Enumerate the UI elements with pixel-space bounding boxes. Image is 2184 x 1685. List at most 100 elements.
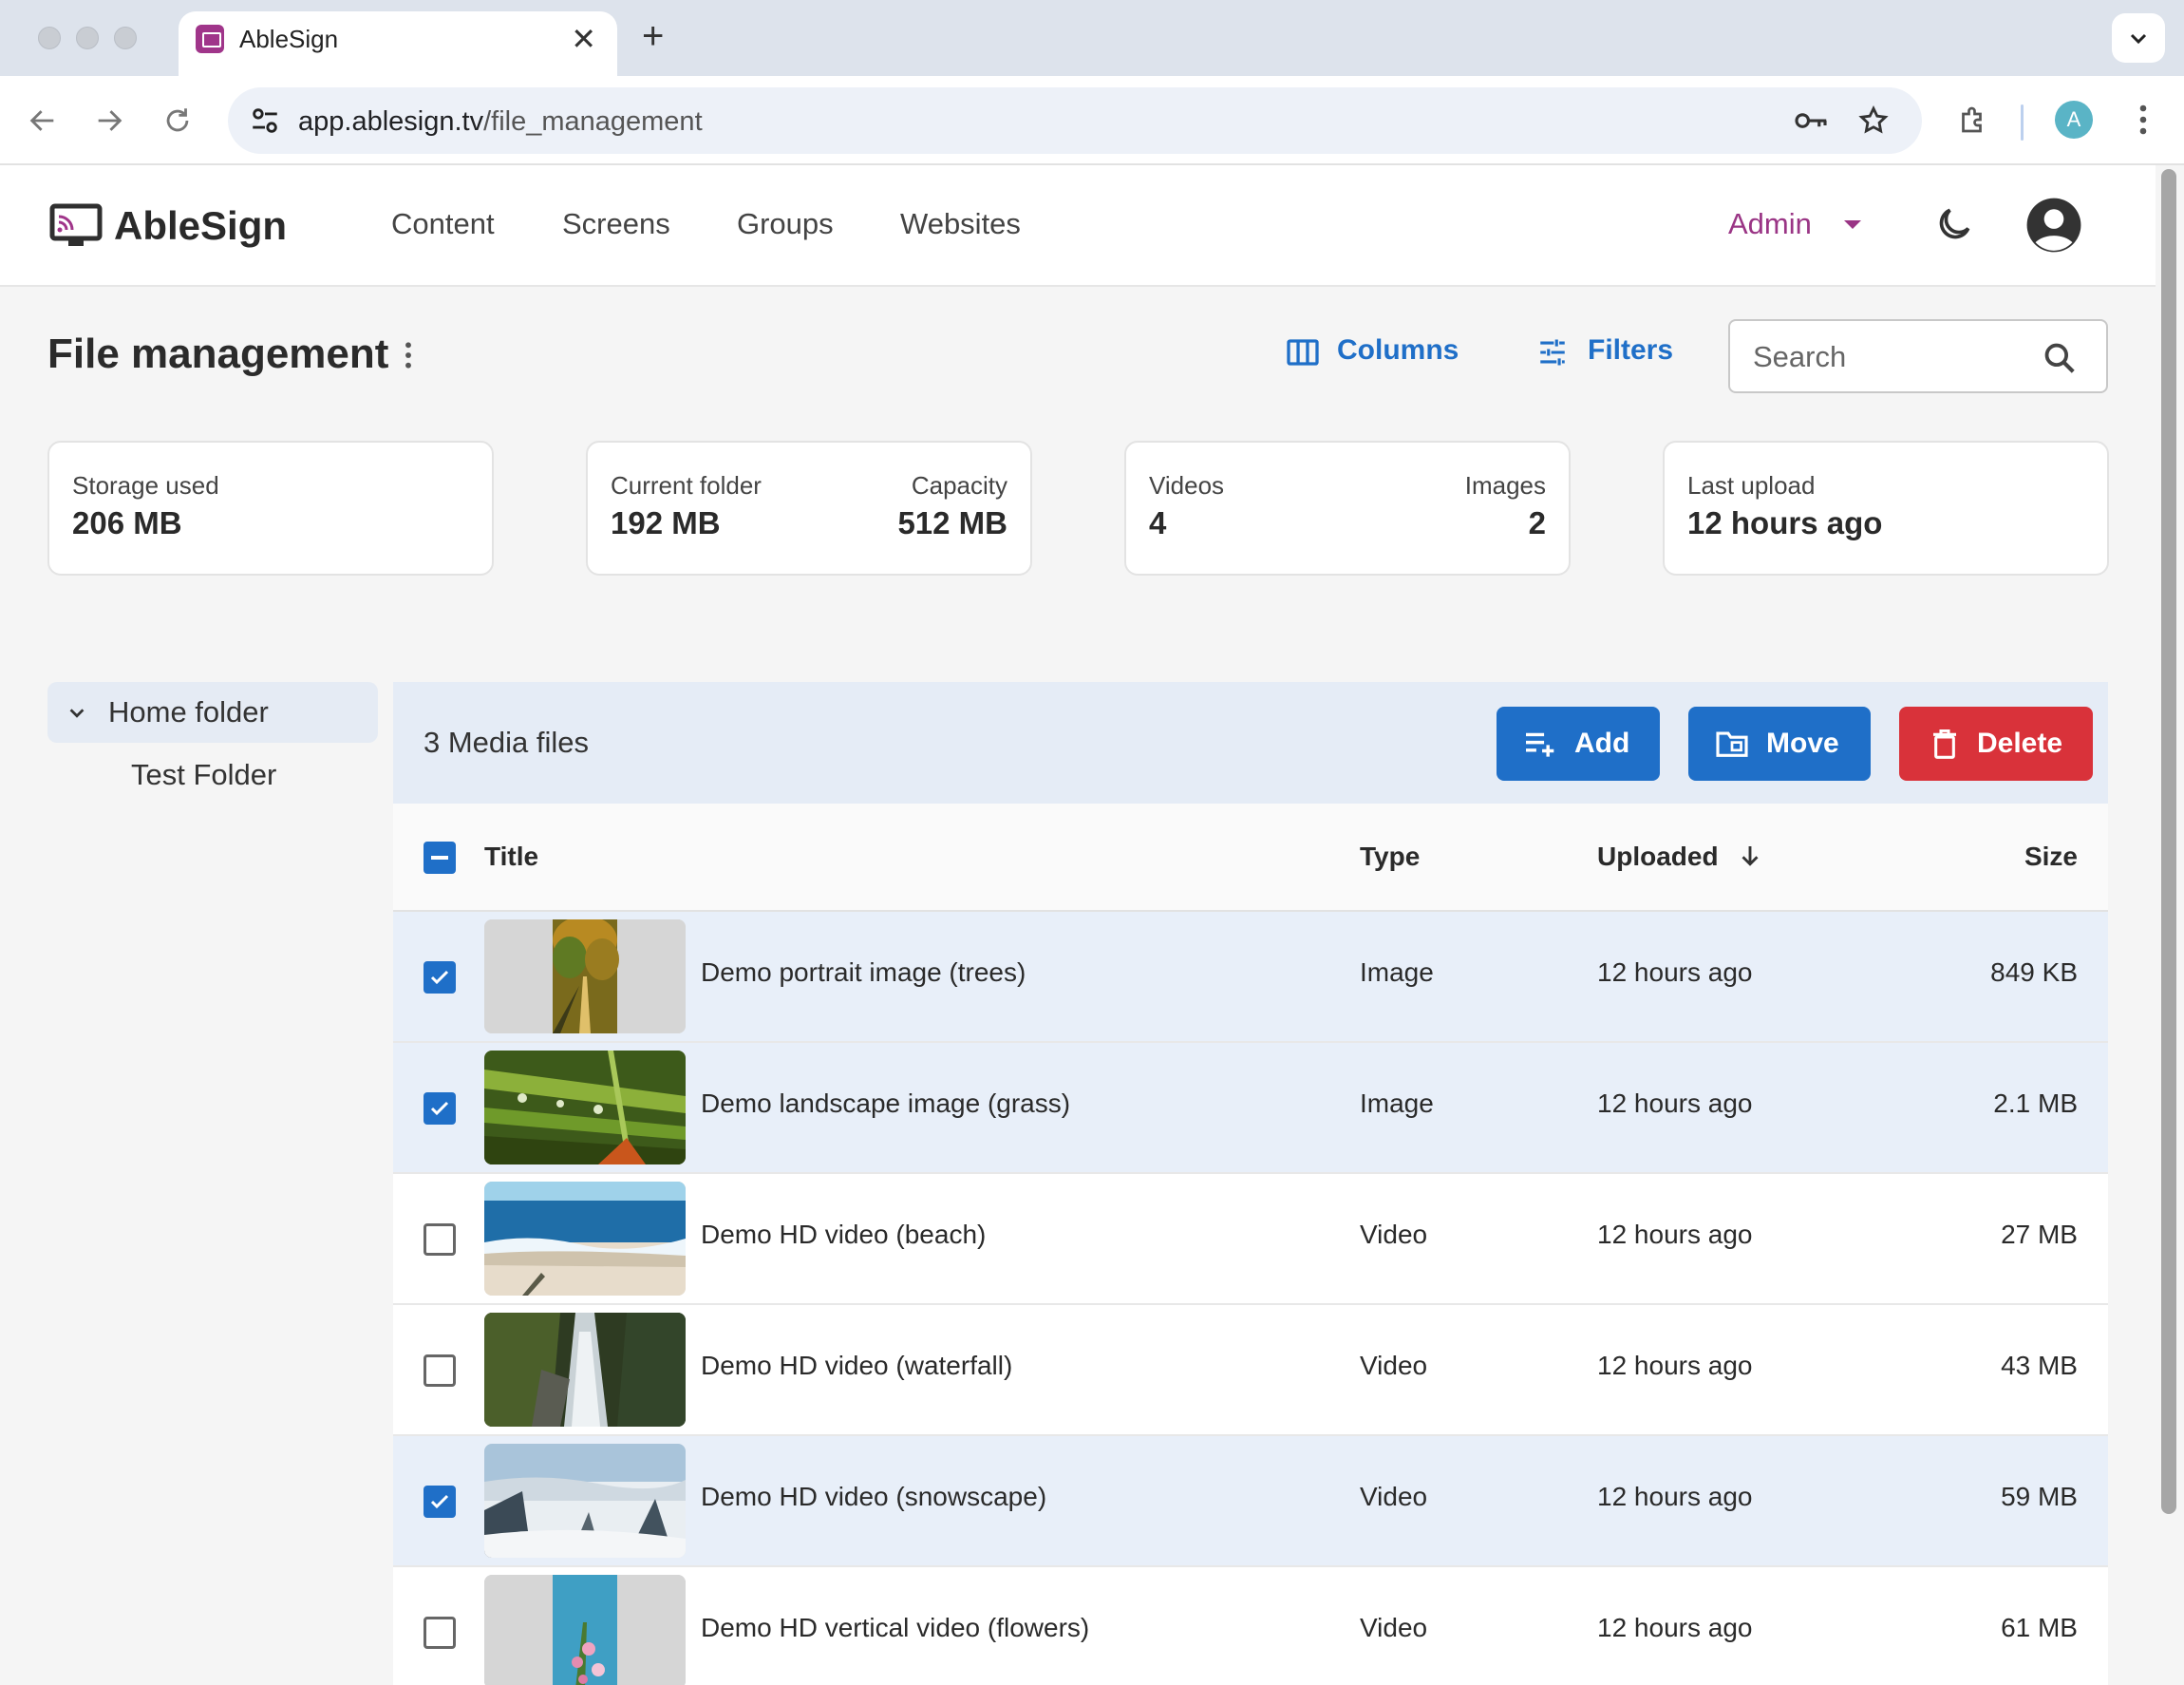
row-type: Video	[1360, 1220, 1428, 1249]
row-size: 849 KB	[1990, 957, 2078, 987]
capacity-value: 512 MB	[897, 505, 1007, 540]
new-tab-button[interactable]: +	[642, 17, 664, 55]
nav-groups[interactable]: Groups	[737, 207, 834, 241]
row-size: 61 MB	[2001, 1613, 2078, 1642]
images-label: Images	[1464, 471, 1546, 500]
row-checkbox[interactable]	[424, 1092, 456, 1125]
account-avatar-icon[interactable]	[2024, 196, 2083, 255]
stat-card-last-upload: Last upload 12 hours ago	[1663, 441, 2109, 576]
column-title[interactable]: Title	[484, 842, 538, 872]
media-thumbnail[interactable]	[484, 1444, 686, 1558]
caret-down-icon[interactable]	[1844, 220, 1861, 229]
media-table: 3 Media files Add Move Delete Title Type…	[393, 682, 2108, 1685]
row-checkbox[interactable]	[424, 1354, 456, 1387]
row-checkbox[interactable]	[424, 1486, 456, 1518]
extensions-puzzle-icon[interactable]	[1956, 103, 1990, 137]
search-input[interactable]	[1753, 338, 2028, 376]
stat-card-folder: Current folder 192 MB Capacity 512 MB	[586, 441, 1032, 576]
bookmark-star-icon[interactable]	[1857, 104, 1890, 137]
select-all-checkbox[interactable]	[424, 842, 456, 874]
browser-profile-avatar[interactable]: A	[2055, 101, 2093, 139]
current-folder-value: 192 MB	[611, 505, 721, 540]
window-close-button[interactable]	[38, 27, 61, 49]
page-scrollbar[interactable]	[2161, 169, 2176, 1514]
filters-button[interactable]: Filters	[1536, 334, 1707, 372]
browser-tabstrip: AbleSign ✕ +	[0, 0, 2184, 78]
snowscape-thumbnail-image	[484, 1444, 686, 1558]
capacity-label: Capacity	[911, 471, 1007, 500]
table-row[interactable]: Demo HD vertical video (flowers) Video 1…	[393, 1567, 2108, 1685]
filters-tune-icon	[1540, 339, 1565, 366]
address-bar[interactable]: app.ablesign.tv/file_management	[228, 87, 1922, 154]
table-row[interactable]: Demo HD video (beach) Video 12 hours ago…	[393, 1174, 2108, 1305]
search-icon[interactable]	[2042, 340, 2078, 376]
nav-content[interactable]: Content	[391, 207, 495, 241]
checkmark-icon	[430, 1494, 449, 1509]
move-label: Move	[1766, 728, 1839, 759]
browser-menu-kebab-icon[interactable]	[2138, 103, 2148, 137]
column-size[interactable]: Size	[2024, 842, 2078, 872]
browser-tab-active[interactable]: AbleSign ✕	[179, 11, 617, 78]
table-row[interactable]: Demo HD video (waterfall) Video 12 hours…	[393, 1305, 2108, 1436]
browser-toolbar: app.ablesign.tv/file_management A	[0, 76, 2184, 165]
media-thumbnail[interactable]	[484, 1575, 686, 1685]
media-thumbnail[interactable]	[484, 1182, 686, 1296]
folder-test[interactable]: Test Folder	[131, 758, 276, 792]
move-button[interactable]: Move	[1688, 707, 1871, 781]
media-thumbnail[interactable]	[484, 919, 686, 1033]
forward-arrow-icon[interactable]	[93, 104, 125, 137]
nav-screens[interactable]: Screens	[562, 207, 670, 241]
row-checkbox[interactable]	[424, 1617, 456, 1649]
search-box[interactable]	[1728, 319, 2108, 393]
row-type: Video	[1360, 1351, 1428, 1380]
trash-icon	[1933, 729, 1956, 759]
trees-thumbnail-image	[484, 919, 686, 1033]
folder-home[interactable]: Home folder	[47, 682, 378, 743]
column-uploaded-label: Uploaded	[1597, 842, 1719, 871]
role-dropdown[interactable]: Admin	[1728, 207, 1812, 241]
sort-arrow-down-icon[interactable]	[1736, 842, 1764, 870]
media-thumbnail[interactable]	[484, 1313, 686, 1427]
row-title: Demo HD vertical video (flowers)	[701, 1613, 1090, 1642]
checkmark-icon	[430, 1101, 449, 1116]
row-uploaded: 12 hours ago	[1597, 1613, 1753, 1642]
reload-icon[interactable]	[161, 104, 194, 137]
stat-card-storage: Storage used 206 MB	[47, 441, 494, 576]
back-arrow-icon[interactable]	[27, 104, 59, 137]
table-toolbar: 3 Media files Add Move Delete	[393, 682, 2108, 804]
ablesign-favicon-icon	[196, 25, 224, 53]
page-options-kebab-icon[interactable]	[399, 340, 418, 370]
tab-search-button[interactable]	[2112, 13, 2165, 63]
add-button[interactable]: Add	[1497, 707, 1660, 781]
window-zoom-button[interactable]	[114, 27, 137, 49]
last-upload-label: Last upload	[1687, 471, 1816, 500]
images-value: 2	[1528, 505, 1546, 540]
table-row[interactable]: Demo landscape image (grass) Image 12 ho…	[393, 1043, 2108, 1174]
tab-close-icon[interactable]: ✕	[571, 21, 596, 57]
row-type: Video	[1360, 1613, 1428, 1642]
stat-card-media-counts: Videos 4 Images 2	[1124, 441, 1571, 576]
ablesign-logo-icon[interactable]	[49, 203, 103, 249]
beach-thumbnail-image	[484, 1182, 686, 1296]
password-key-icon[interactable]	[1793, 106, 1829, 135]
brand-name[interactable]: AbleSign	[114, 203, 287, 249]
dark-mode-moon-icon[interactable]	[1933, 203, 1975, 245]
current-folder-label: Current folder	[611, 471, 762, 500]
chevron-down-icon[interactable]	[66, 703, 87, 724]
table-row[interactable]: Demo HD video (snowscape) Video 12 hours…	[393, 1436, 2108, 1567]
storage-used-value: 206 MB	[72, 505, 182, 540]
nav-websites[interactable]: Websites	[900, 207, 1021, 241]
row-checkbox[interactable]	[424, 1223, 456, 1256]
row-uploaded: 12 hours ago	[1597, 1220, 1753, 1249]
table-row[interactable]: Demo portrait image (trees) Image 12 hou…	[393, 912, 2108, 1043]
chevron-down-icon	[2130, 33, 2147, 45]
media-thumbnail[interactable]	[484, 1051, 686, 1164]
delete-button[interactable]: Delete	[1899, 707, 2093, 781]
column-type[interactable]: Type	[1360, 842, 1420, 872]
column-uploaded[interactable]: Uploaded	[1597, 842, 1759, 872]
row-title: Demo HD video (waterfall)	[701, 1351, 1013, 1380]
row-checkbox[interactable]	[424, 961, 456, 994]
site-settings-icon[interactable]	[249, 104, 281, 137]
window-minimize-button[interactable]	[76, 27, 99, 49]
columns-button[interactable]: Columns	[1286, 334, 1459, 372]
